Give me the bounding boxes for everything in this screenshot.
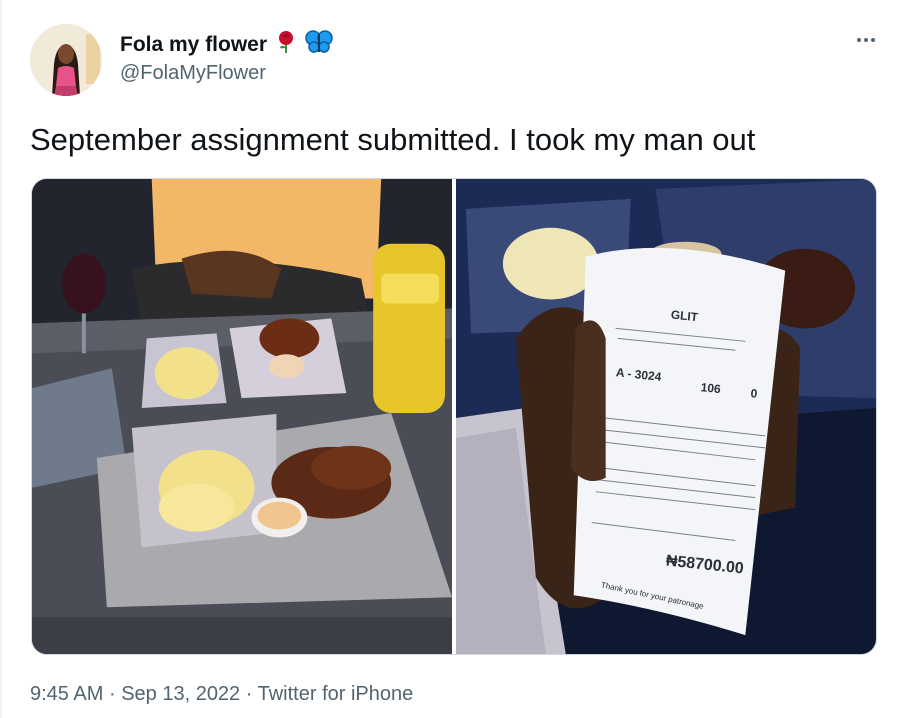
author-display-name[interactable]: Fola my flower bbox=[120, 33, 267, 57]
receipt-table: 106 bbox=[700, 380, 722, 396]
tweet-source: Twitter for iPhone bbox=[257, 683, 414, 705]
receipt-venue: GLIT bbox=[670, 307, 699, 324]
tweet-media[interactable]: GLIT A - 3024 106 0 ₦58700.00 Thank you … bbox=[31, 178, 877, 655]
rose-icon bbox=[275, 30, 297, 59]
author-name-row[interactable]: Fola my flower bbox=[120, 30, 333, 59]
tweet-text: September assignment submitted. I took m… bbox=[30, 122, 756, 157]
tweet-timestamp[interactable]: 9:45 AM bbox=[30, 683, 103, 705]
timeline-border bbox=[0, 0, 2, 718]
butterfly-icon bbox=[305, 30, 333, 59]
dinner-photo[interactable] bbox=[32, 179, 452, 654]
more-horizontal-icon[interactable] bbox=[848, 28, 884, 52]
author-avatar[interactable] bbox=[30, 24, 102, 96]
tweet-meta: 9:45 AM · Sep 13, 2022 · Twitter for iPh… bbox=[30, 683, 413, 706]
meta-separator: · bbox=[108, 683, 116, 705]
author-handle[interactable]: @FolaMyFlower bbox=[120, 62, 266, 85]
meta-separator: · bbox=[245, 683, 253, 705]
receipt-photo[interactable]: GLIT A - 3024 106 0 ₦58700.00 Thank you … bbox=[456, 179, 876, 654]
tweet-date[interactable]: Sep 13, 2022 bbox=[121, 683, 240, 705]
